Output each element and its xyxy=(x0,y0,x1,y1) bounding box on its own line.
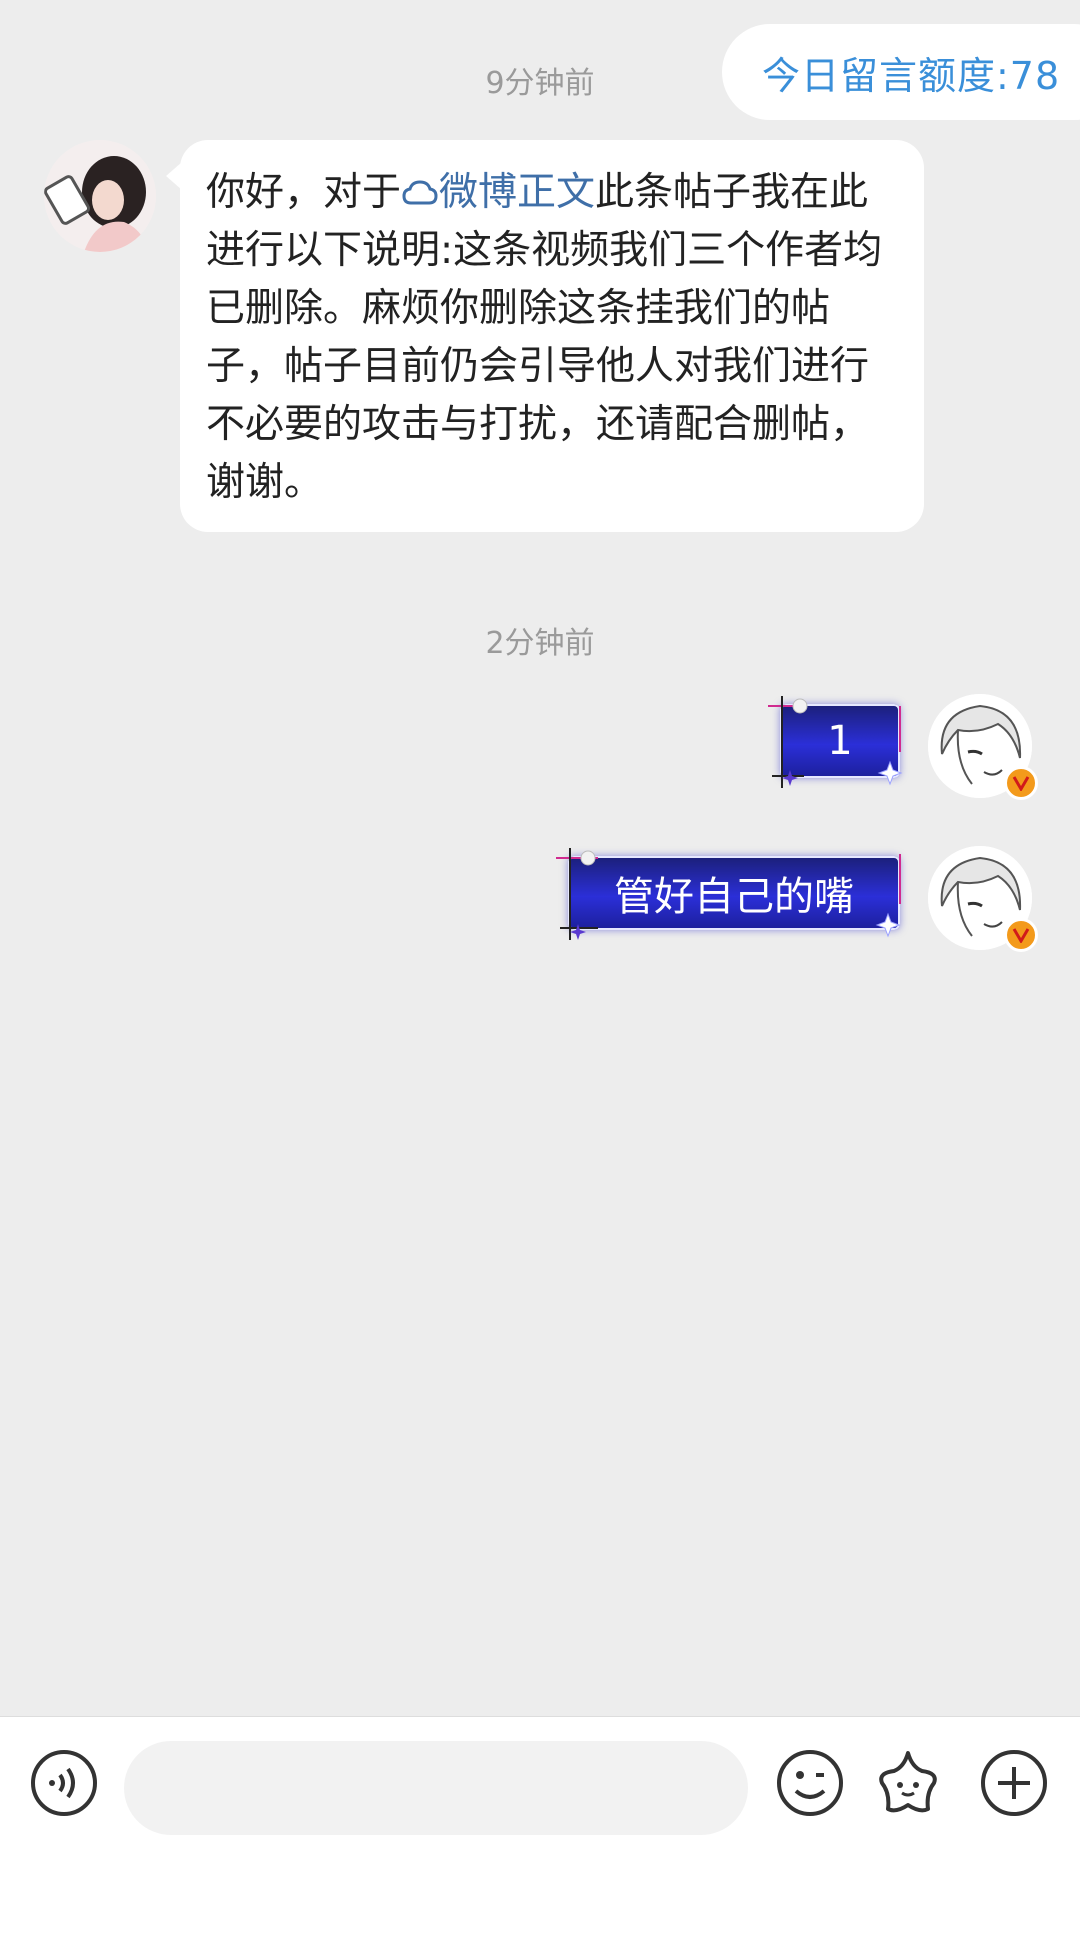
emoji-icon[interactable] xyxy=(774,1747,846,1819)
message-input[interactable] xyxy=(124,1741,748,1835)
sent-message-bubble[interactable]: 1 xyxy=(760,692,910,792)
received-message-bubble[interactable]: 你好，对于 微博正文此条帖子我在此进行以下说明:这条视频我们三个作者均已删除。麻烦… xyxy=(166,140,924,532)
message-text-prefix: 你好，对于 xyxy=(206,170,402,215)
plus-icon[interactable] xyxy=(978,1747,1050,1819)
verified-v-icon xyxy=(1004,766,1038,800)
sender-avatar[interactable] xyxy=(44,140,156,252)
message-text-body: 此条帖子我在此进行以下说明:这条视频我们三个作者均已删除。麻烦你删除这条挂我们的… xyxy=(206,170,883,505)
verified-v-icon xyxy=(1004,918,1038,952)
my-avatar[interactable] xyxy=(928,694,1038,800)
message-input-bar xyxy=(0,1716,1080,1949)
timestamp: 9分钟前 xyxy=(485,66,595,101)
sent-message-bubble[interactable]: 管好自己的嘴 xyxy=(548,844,910,944)
my-avatar[interactable] xyxy=(928,846,1038,952)
timestamp: 2分钟前 xyxy=(485,626,595,661)
star-sticker-icon[interactable] xyxy=(872,1747,944,1819)
weibo-post-link-label: 微博正文 xyxy=(439,170,596,215)
sparkle-frame-icon xyxy=(768,696,903,788)
weibo-post-link[interactable]: 微博正文 xyxy=(401,170,595,215)
sparkle-frame-icon xyxy=(556,848,901,940)
cloud-icon xyxy=(402,180,438,205)
voice-icon[interactable] xyxy=(28,1747,100,1819)
